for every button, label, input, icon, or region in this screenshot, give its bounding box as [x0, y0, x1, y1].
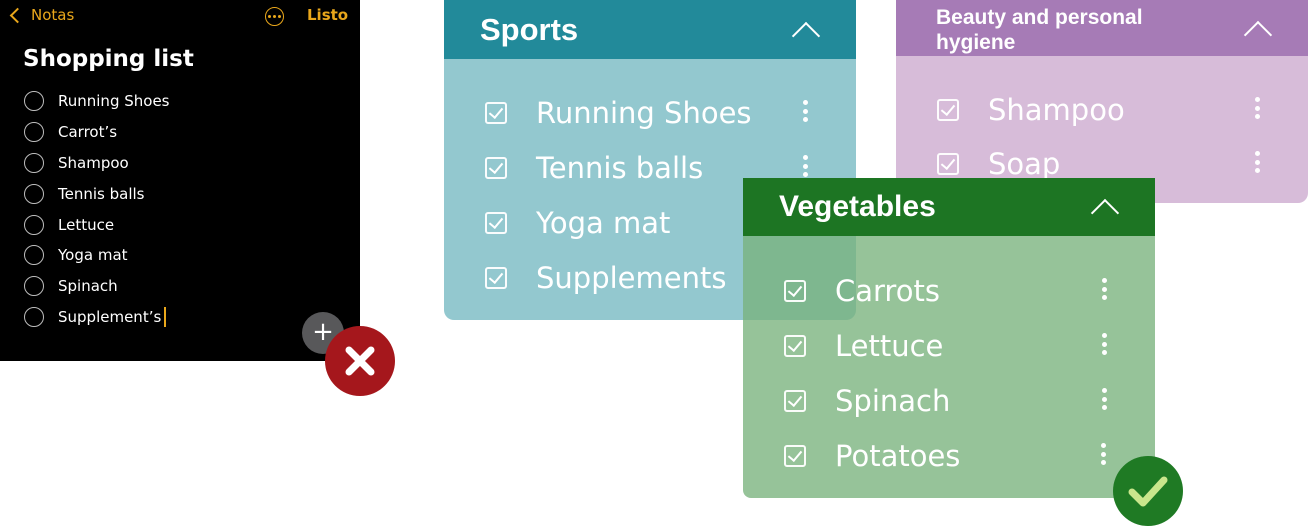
- list-item: Spinach: [784, 384, 950, 418]
- checkbox-checked-icon[interactable]: [485, 267, 507, 289]
- list-item-label: Shampoo: [988, 93, 1125, 127]
- list-item-label: Yoga mat: [536, 206, 671, 240]
- list-item-label[interactable]: Lettuce: [58, 216, 114, 234]
- chevron-up-icon[interactable]: [1243, 20, 1273, 50]
- list-item: Shampoo: [937, 93, 1125, 127]
- more-vertical-icon[interactable]: [803, 100, 809, 122]
- category-title: Beauty and personal hygiene: [936, 6, 1143, 54]
- cross-badge: [325, 326, 395, 396]
- more-vertical-icon[interactable]: [803, 155, 809, 177]
- checkmark-icon: [1128, 476, 1168, 507]
- category-header[interactable]: Sports: [444, 0, 856, 59]
- category-title: Sports: [480, 12, 579, 47]
- checkbox-checked-icon[interactable]: [485, 212, 507, 234]
- unchecked-circle-icon[interactable]: [24, 276, 44, 297]
- list-item: Shampoo: [24, 148, 169, 179]
- list-item-label[interactable]: Shampoo: [58, 154, 129, 172]
- category-header[interactable]: Vegetables: [743, 178, 1155, 236]
- more-vertical-icon[interactable]: [1102, 278, 1108, 300]
- list-item-label: Carrots: [835, 274, 940, 308]
- unchecked-circle-icon[interactable]: [24, 152, 44, 173]
- back-button[interactable]: Notas: [8, 6, 74, 24]
- checkbox-checked-icon[interactable]: [784, 445, 806, 467]
- list-item-label[interactable]: Running Shoes: [58, 92, 169, 110]
- list-item-label[interactable]: Yoga mat: [58, 246, 128, 264]
- notes-app: Notas Listo Shopping list Running Shoes …: [0, 0, 360, 361]
- list-item-label[interactable]: Tennis balls: [58, 185, 144, 203]
- list-item: Tennis balls: [485, 151, 703, 185]
- list-item-label: Soap: [988, 147, 1061, 181]
- list-item: Lettuce: [784, 329, 943, 363]
- checkbox-checked-icon[interactable]: [485, 157, 507, 179]
- note-checklist: Running Shoes Carrot’s Shampoo Tennis ba…: [24, 86, 169, 332]
- note-title[interactable]: Shopping list: [23, 46, 194, 72]
- category-title: Vegetables: [779, 190, 936, 223]
- list-item: Lettuce: [24, 209, 169, 240]
- checkbox-checked-icon[interactable]: [784, 390, 806, 412]
- list-item: Carrot’s: [24, 117, 169, 148]
- more-vertical-icon[interactable]: [1101, 443, 1107, 465]
- more-vertical-icon[interactable]: [1102, 333, 1108, 355]
- more-vertical-icon[interactable]: [1255, 97, 1261, 119]
- list-item: Potatoes: [784, 439, 960, 473]
- list-item-label: Spinach: [835, 384, 951, 418]
- list-item: Tennis balls: [24, 178, 169, 209]
- checkbox-checked-icon[interactable]: [784, 335, 806, 357]
- list-item: Yoga mat: [485, 206, 670, 240]
- category-card-vegetables: Vegetables Carrots Lettuce Spinach Potat…: [743, 178, 1155, 498]
- done-button[interactable]: Listo: [307, 6, 348, 24]
- list-item-label: Running Shoes: [536, 96, 752, 130]
- back-label: Notas: [31, 6, 75, 24]
- more-vertical-icon[interactable]: [1255, 151, 1261, 173]
- checkbox-checked-icon[interactable]: [485, 102, 507, 124]
- unchecked-circle-icon[interactable]: [24, 214, 44, 235]
- unchecked-circle-icon[interactable]: [24, 122, 44, 143]
- checkbox-checked-icon[interactable]: [784, 280, 806, 302]
- list-item-label[interactable]: Carrot’s: [58, 123, 117, 141]
- chevron-up-icon[interactable]: [791, 21, 821, 51]
- list-item: Soap: [937, 147, 1060, 181]
- list-item: Running Shoes: [24, 86, 169, 117]
- list-item: Spinach: [24, 271, 169, 302]
- chevron-left-icon: [9, 7, 26, 23]
- notes-toolbar: Notas Listo: [0, 0, 360, 36]
- unchecked-circle-icon[interactable]: [24, 245, 44, 266]
- list-item: Running Shoes: [485, 96, 752, 130]
- list-item-label: Tennis balls: [536, 151, 704, 185]
- text-cursor: [164, 306, 167, 327]
- category-card-beauty: Beauty and personal hygiene Shampoo Soap: [896, 0, 1308, 203]
- list-item-label: Supplements: [536, 261, 727, 295]
- list-item-label[interactable]: Spinach: [58, 277, 118, 295]
- list-item: Supplement’s: [24, 302, 169, 333]
- list-item: Supplements: [485, 261, 726, 295]
- list-item-label: Potatoes: [835, 439, 961, 473]
- list-item: Carrots: [784, 274, 940, 308]
- checkbox-checked-icon[interactable]: [937, 99, 959, 121]
- unchecked-circle-icon[interactable]: [24, 91, 44, 112]
- cross-icon: [345, 346, 375, 376]
- unchecked-circle-icon[interactable]: [24, 306, 44, 327]
- checkmark-badge: [1113, 456, 1183, 526]
- list-item: Yoga mat: [24, 240, 169, 271]
- checkbox-checked-icon[interactable]: [937, 153, 959, 175]
- list-item-label: Lettuce: [835, 329, 944, 363]
- unchecked-circle-icon[interactable]: [24, 183, 44, 204]
- list-item-label[interactable]: Supplement’s: [58, 308, 161, 326]
- chevron-up-icon[interactable]: [1090, 198, 1120, 228]
- more-options-icon[interactable]: [265, 7, 284, 26]
- category-header[interactable]: Beauty and personal hygiene: [896, 0, 1308, 56]
- more-vertical-icon[interactable]: [1102, 388, 1108, 410]
